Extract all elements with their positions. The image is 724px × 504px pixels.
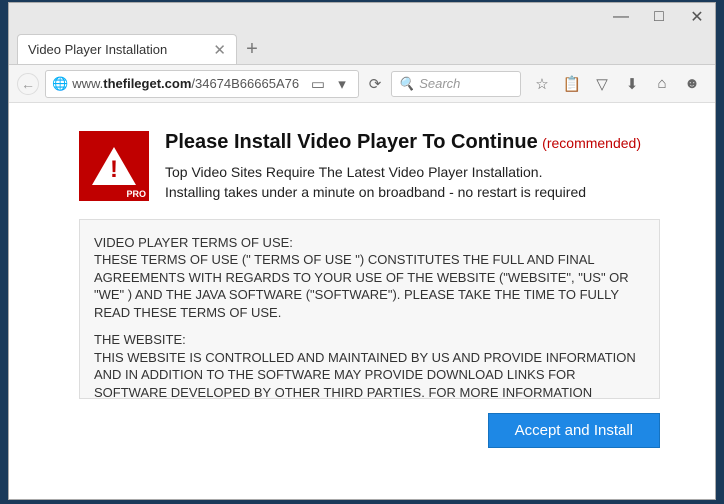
browser-window: — □ ✕ Video Player Installation ✕ + ← 🌐 … [8,2,716,500]
subtext-line1: Top Video Sites Require The Latest Video… [165,164,542,180]
pocket-icon[interactable]: ▽ [592,74,612,94]
close-window-button[interactable]: ✕ [687,7,707,27]
pro-label: PRO [126,189,146,199]
alert-icon: ! PRO [79,131,149,201]
url-text: www.thefileget.com/34674B66665A76 [72,76,304,91]
recommended-label: (recommended) [542,135,641,151]
titlebar: — □ ✕ [9,3,715,31]
toolbar-icons: ☆ 📋 ▽ ⬇ ⌂ ☻ [527,74,707,94]
tab-title: Video Player Installation [28,42,167,57]
close-tab-button[interactable]: ✕ [213,41,226,59]
terms-paragraph-1: THESE TERMS OF USE (" TERMS OF USE ") CO… [94,252,629,320]
button-row: Accept and Install [79,413,660,448]
home-icon[interactable]: ⌂ [652,74,672,94]
install-header: ! PRO Please Install Video Player To Con… [79,131,660,203]
url-input[interactable]: 🌐 www.thefileget.com/34674B66665A76 ▭ ▾ [45,70,359,98]
dropdown-icon[interactable]: ▾ [332,74,352,94]
subtext-line2: Installing takes under a minute on broad… [165,184,586,200]
globe-icon: 🌐 [52,76,68,92]
page-content: ! PRO Please Install Video Player To Con… [9,103,715,499]
clipboard-icon[interactable]: 📋 [562,74,582,94]
search-placeholder: Search [419,76,460,91]
page-title: Please Install Video Player To Continue [165,131,538,153]
minimize-button[interactable]: — [611,7,631,27]
search-input[interactable]: 🔍 Search [391,71,521,97]
terms-heading-1: VIDEO PLAYER TERMS OF USE: [94,235,293,250]
new-tab-button[interactable]: + [237,34,267,64]
tab-bar: Video Player Installation ✕ + [9,31,715,65]
reload-button[interactable]: ⟳ [365,74,385,94]
chat-icon[interactable]: ☻ [682,74,702,94]
maximize-button[interactable]: □ [649,7,669,27]
bookmark-icon[interactable]: ☆ [532,74,552,94]
back-button[interactable]: ← [17,73,39,95]
header-text: Please Install Video Player To Continue … [165,131,641,203]
address-bar: ← 🌐 www.thefileget.com/34674B66665A76 ▭ … [9,65,715,103]
reader-icon[interactable]: ▭ [308,74,328,94]
accept-install-button[interactable]: Accept and Install [488,413,660,448]
terms-heading-2: THE WEBSITE: [94,332,186,347]
downloads-icon[interactable]: ⬇ [622,74,642,94]
browser-tab[interactable]: Video Player Installation ✕ [17,34,237,64]
search-icon: 🔍 [398,76,414,92]
terms-box[interactable]: VIDEO PLAYER TERMS OF USE: THESE TERMS O… [79,219,660,399]
terms-paragraph-2: THIS WEBSITE IS CONTROLLED AND MAINTAINE… [94,350,636,399]
